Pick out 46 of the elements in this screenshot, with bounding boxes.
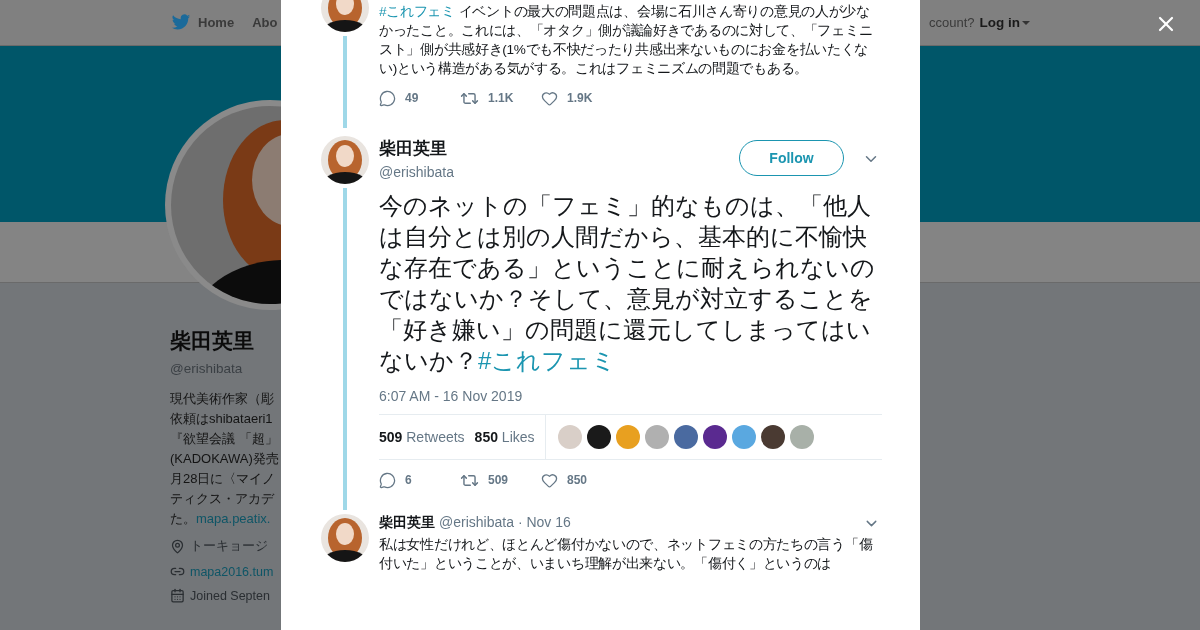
retweet-button[interactable]: 1.1K xyxy=(460,88,541,108)
user-handle: @erishibata xyxy=(439,514,514,530)
bio-text: 現代美術作家（彫 xyxy=(170,390,275,408)
bio-text: た。mapa.peatix. xyxy=(170,510,272,528)
location-icon xyxy=(170,539,185,554)
like-button[interactable]: 1.9K xyxy=(541,89,622,107)
avatar[interactable] xyxy=(321,136,369,184)
avatar[interactable] xyxy=(760,425,785,449)
user-name: 柴田英里 xyxy=(379,514,435,532)
hashtag-link[interactable]: #これフェミ xyxy=(379,4,455,19)
profile-handle: @erishibata xyxy=(170,361,244,376)
retweet-count[interactable]: 509 Retweets xyxy=(379,429,465,445)
tweet-text: 今のネットの「フェミ」的なものは、「他人は自分とは別の人間だから、基本的に不愉快な存在である」ということに耐えられないのではないか？そして、意見が対立することを「好き嫌い」の問題に還元してしまってはいないか？#これフェミ xyxy=(379,191,876,376)
like-count[interactable]: 850 Likes xyxy=(474,429,535,445)
speech-bubble-icon xyxy=(379,471,396,489)
like-button[interactable]: 850 xyxy=(541,471,622,489)
bio-text: ティクス・アカデ xyxy=(170,490,276,508)
bio-text: (KADOKAWA)発売 xyxy=(170,450,280,468)
speech-bubble-icon xyxy=(379,89,396,107)
avatar[interactable] xyxy=(321,514,369,562)
avatar[interactable] xyxy=(702,425,727,449)
hashtag-link[interactable]: #これフェミ xyxy=(478,347,617,374)
tweet-date: · Nov 16 xyxy=(517,514,571,530)
retweet-button[interactable]: 509 xyxy=(460,470,541,490)
follow-button[interactable]: Follow xyxy=(739,140,844,176)
nav-link[interactable]: Abo xyxy=(252,15,278,30)
calendar-icon xyxy=(170,588,185,603)
nav-link[interactable]: Home xyxy=(171,14,235,31)
user-handle: @erishibata xyxy=(379,164,454,180)
join-date: Joined Septen xyxy=(190,588,270,603)
bio-text: 月28日に〈マイノ xyxy=(170,470,277,488)
tweet-text: #これフェミ イベントの最大の問題点は、会場に石川さん寄りの意見の人が少なかったこと。これには、「オタク」側が議論好きであるのに対して、「フェミニスト」側が共感好き(1%でも不快だったり共感出来ないものにお金を払いたくない)という構造がある気がする。これはフェミニズムの問題でもある。 xyxy=(379,3,874,78)
bio-text: 『欲望会議 「超」 xyxy=(170,430,279,448)
profile-name: 柴田英里 xyxy=(170,328,255,354)
bird-icon xyxy=(171,14,191,31)
user-name: 柴田英里 xyxy=(379,138,448,160)
bio-text: 依頼はshibataeri1 xyxy=(170,410,274,428)
heart-icon xyxy=(541,471,558,489)
tweet-text: 私は女性だけれど、ほとんど傷付かないので、ネットフェミの方たちの言う「傷付いた」ということが、いまいち理解が出来ない。「傷付く」というのは xyxy=(379,536,874,573)
login-link[interactable]: Log in xyxy=(979,15,1030,30)
reply-button[interactable]: 6 xyxy=(379,471,460,489)
tweet-time: 6:07 AM - 16 Nov 2019 xyxy=(379,388,524,404)
account-prompt: ccount? xyxy=(928,15,975,30)
avatar[interactable] xyxy=(586,425,611,449)
reply-button[interactable]: 49 xyxy=(379,89,460,107)
heart-icon xyxy=(541,89,558,107)
